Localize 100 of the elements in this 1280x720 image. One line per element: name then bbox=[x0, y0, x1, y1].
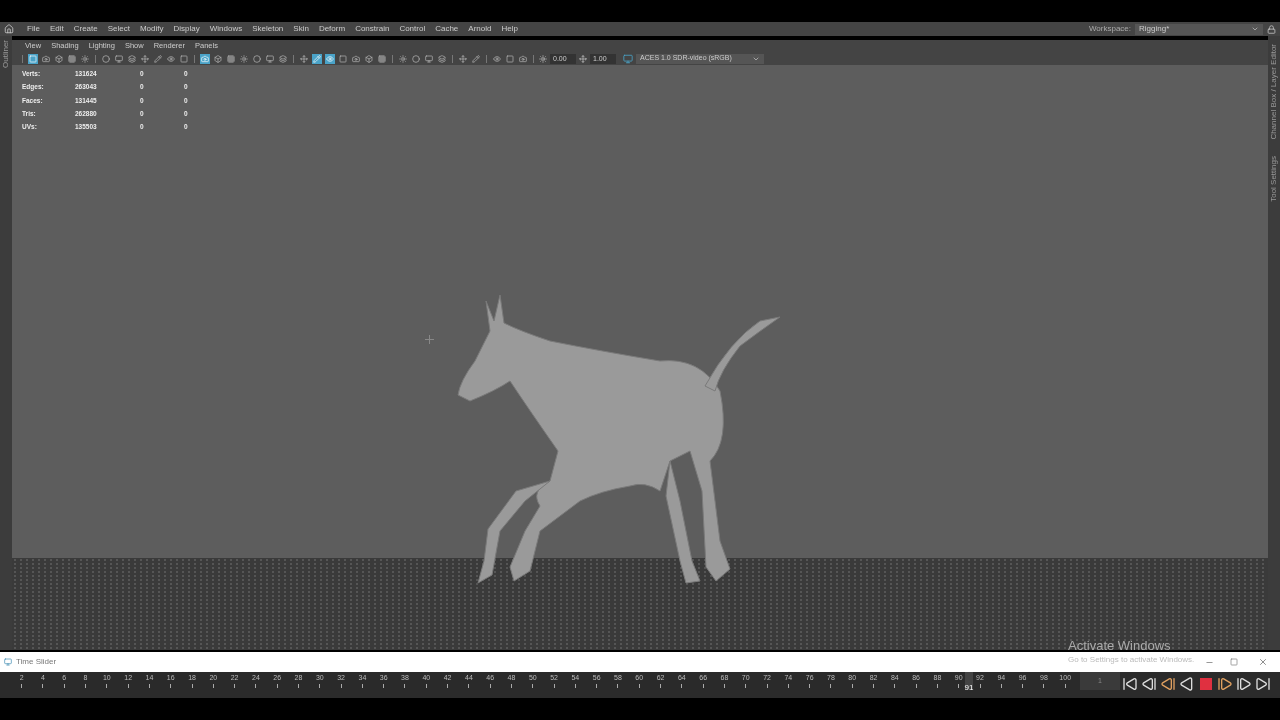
layers-icon bbox=[128, 54, 136, 63]
skip-end-icon bbox=[1255, 676, 1271, 692]
circle-icon bbox=[253, 54, 261, 63]
menu-item[interactable]: Skeleton bbox=[247, 23, 289, 35]
toolbar-button[interactable] bbox=[213, 53, 223, 64]
circle-icon bbox=[102, 54, 110, 63]
toolbar-button[interactable] bbox=[166, 53, 176, 64]
menu-item[interactable]: Windows bbox=[204, 23, 248, 35]
step-back-icon bbox=[1160, 676, 1176, 692]
layers-icon bbox=[279, 54, 287, 63]
step-forward-icon bbox=[1217, 676, 1233, 692]
exposure-icon bbox=[539, 54, 547, 63]
move-icon bbox=[459, 54, 467, 63]
crosshair-icon bbox=[425, 335, 434, 344]
camera-icon bbox=[201, 54, 209, 63]
menu-item[interactable]: Select bbox=[102, 23, 135, 35]
outliner-tab[interactable]: Outliner bbox=[0, 36, 12, 650]
camera-icon bbox=[352, 54, 360, 63]
screen-icon bbox=[266, 54, 274, 63]
lock-icon[interactable] bbox=[1267, 24, 1276, 34]
toolbar-button[interactable] bbox=[299, 53, 309, 64]
playhead[interactable]: 91 bbox=[964, 672, 973, 690]
side-panel-tab[interactable]: Tool Settings bbox=[1268, 155, 1280, 202]
toolbar-button[interactable] bbox=[458, 53, 468, 64]
light-icon bbox=[240, 54, 248, 63]
window-icon bbox=[4, 658, 12, 666]
workspace-dropdown[interactable]: Rigging* bbox=[1135, 23, 1263, 35]
side-panel-tab[interactable]: Channel Box / Layer Editor bbox=[1268, 44, 1280, 140]
toolbar-button[interactable] bbox=[114, 53, 124, 64]
move-icon bbox=[300, 54, 308, 63]
cube-icon bbox=[365, 54, 373, 63]
toolbar-button[interactable] bbox=[28, 53, 38, 64]
screen-icon bbox=[115, 54, 123, 63]
playback-button[interactable] bbox=[1140, 675, 1158, 693]
skip-start-icon bbox=[1122, 676, 1138, 692]
toolbar-button[interactable] bbox=[41, 53, 51, 64]
square-icon bbox=[180, 54, 188, 63]
toolbar-button[interactable] bbox=[127, 53, 137, 64]
light-icon bbox=[81, 54, 89, 63]
toolbar-button[interactable] bbox=[424, 53, 434, 64]
toolbar-button[interactable] bbox=[265, 53, 275, 64]
pencil-icon bbox=[154, 54, 162, 63]
square-icon bbox=[506, 54, 514, 63]
eye-icon bbox=[493, 54, 501, 63]
menu-item[interactable]: Arnold bbox=[463, 23, 497, 35]
square-icon bbox=[339, 54, 347, 63]
layers-icon bbox=[438, 54, 446, 63]
current-frame-label: 91 bbox=[964, 683, 974, 692]
menu-item[interactable]: Help bbox=[496, 23, 523, 35]
toolbar-button[interactable] bbox=[140, 53, 150, 64]
menu-item[interactable]: Skin bbox=[288, 23, 314, 35]
home-icon[interactable] bbox=[4, 24, 14, 34]
playback-button[interactable] bbox=[1121, 675, 1139, 693]
circle-icon bbox=[412, 54, 420, 63]
playback-button[interactable] bbox=[1254, 675, 1272, 693]
toolbar-button[interactable] bbox=[518, 53, 528, 64]
menu-item[interactable]: Deform bbox=[313, 23, 351, 35]
toolbar-button[interactable] bbox=[492, 53, 502, 64]
playback-button[interactable] bbox=[1235, 675, 1253, 693]
eye-icon bbox=[326, 54, 334, 63]
stop-icon bbox=[1200, 678, 1212, 690]
toolbar-button[interactable] bbox=[278, 53, 288, 64]
square-icon bbox=[29, 54, 37, 63]
toolbar-button[interactable] bbox=[325, 53, 335, 64]
caret-icon bbox=[1251, 25, 1259, 33]
toolbar-button[interactable] bbox=[54, 53, 64, 64]
close-icon[interactable] bbox=[1258, 657, 1268, 667]
workspace-label: Workspace: bbox=[1088, 23, 1131, 35]
toolbar-button[interactable] bbox=[437, 53, 447, 64]
gamma-icon bbox=[579, 54, 587, 63]
pencil-icon bbox=[472, 54, 480, 63]
menu-item[interactable]: Edit bbox=[44, 23, 69, 35]
toolbar-button[interactable] bbox=[252, 53, 262, 64]
cube-icon bbox=[214, 54, 222, 63]
playback-button[interactable] bbox=[1159, 675, 1177, 693]
toolbar-button[interactable] bbox=[364, 53, 374, 64]
cube-icon bbox=[55, 54, 63, 63]
menu-item[interactable]: Control bbox=[394, 23, 431, 35]
screen-icon bbox=[425, 54, 433, 63]
toolbar-button[interactable] bbox=[351, 53, 361, 64]
play-backward-icon bbox=[1179, 676, 1195, 692]
toolbar-button[interactable] bbox=[411, 53, 421, 64]
menu-item[interactable]: Modify bbox=[134, 23, 169, 35]
camera-icon bbox=[42, 54, 50, 63]
toolbar-button[interactable] bbox=[101, 53, 111, 64]
light-icon bbox=[399, 54, 407, 63]
menu-item[interactable]: Display bbox=[168, 23, 205, 35]
step-back-icon bbox=[1141, 676, 1157, 692]
camera-icon bbox=[519, 54, 527, 63]
color-management-icon[interactable] bbox=[623, 53, 633, 64]
eye-icon bbox=[167, 54, 175, 63]
window-title: Time Slider bbox=[16, 656, 57, 668]
menu-item[interactable]: Create bbox=[68, 23, 103, 35]
playback-button[interactable] bbox=[1216, 675, 1234, 693]
menu-item[interactable]: File bbox=[22, 23, 45, 35]
menu-item[interactable]: Constrain bbox=[350, 23, 395, 35]
menu-item[interactable]: Cache bbox=[430, 23, 464, 35]
move-icon bbox=[141, 54, 149, 63]
maximize-icon[interactable] bbox=[1230, 658, 1238, 666]
toolbar-button[interactable] bbox=[200, 53, 210, 64]
